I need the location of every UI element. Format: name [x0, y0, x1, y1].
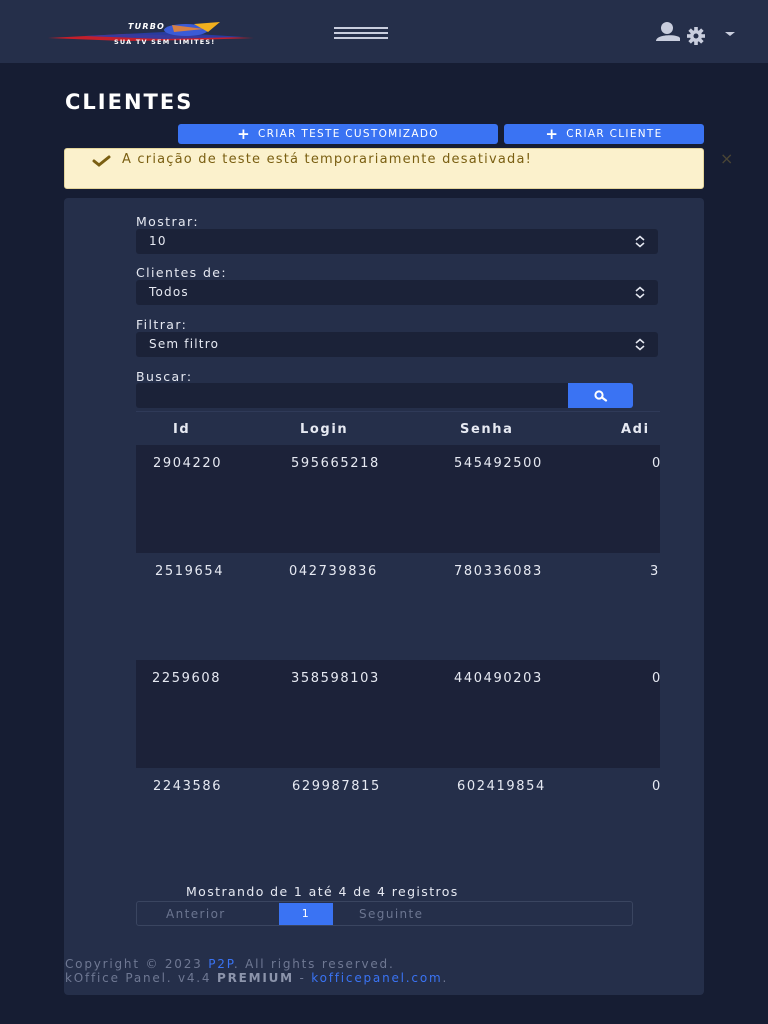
records-info: Mostrando de 1 até 4 de 4 registros — [186, 884, 459, 899]
warning-alert: A criação de teste está temporariamente … — [64, 148, 733, 189]
user-gear-icon — [656, 22, 705, 45]
clients-of-label: Clientes de: — [136, 265, 228, 280]
checkmark-icon — [92, 155, 111, 167]
sort-arrows-icon — [635, 286, 645, 299]
plus-icon: + — [237, 124, 252, 143]
cell-extra: 0 — [652, 456, 660, 471]
page-title: CLIENTES — [65, 90, 194, 114]
table-row[interactable]: 2519654 042739836 780336083 3 — [136, 553, 660, 661]
site-link[interactable]: kofficepanel.com — [311, 971, 442, 985]
cell-id: 2904220 — [153, 456, 223, 471]
search-icon — [593, 389, 607, 402]
cell-senha: 545492500 — [454, 456, 543, 471]
alert-message: A criação de teste está temporariamente … — [122, 152, 533, 167]
cell-id: 2519654 — [155, 564, 225, 579]
show-label: Mostrar: — [136, 214, 199, 229]
column-header-id[interactable]: Id — [173, 422, 190, 437]
chevron-down-icon — [725, 32, 735, 36]
search-label: Buscar: — [136, 369, 193, 384]
filter-select[interactable]: Sem filtro — [136, 332, 658, 357]
footer-separator: - — [293, 971, 312, 985]
column-header-senha[interactable]: Senha — [460, 422, 513, 437]
table-row[interactable]: 2243586 629987815 602419854 0 — [136, 768, 660, 876]
show-select-value: 10 — [149, 234, 167, 248]
edition-label: PREMIUM — [216, 971, 294, 985]
page-1-button[interactable]: 1 — [279, 903, 333, 925]
next-page-button[interactable]: Seguinte — [359, 907, 423, 921]
search-input[interactable] — [136, 383, 568, 408]
column-header-adi[interactable]: Adi — [621, 422, 650, 437]
cell-login: 629987815 — [292, 779, 381, 794]
top-navbar: TURBO SUA TV SEM LIMITES! — [0, 0, 768, 63]
logo-subtext: SUA TV SEM LIMITES! — [114, 38, 215, 46]
cell-extra: 3 — [650, 564, 660, 579]
copyright-prefix: Copyright © 2023 — [65, 957, 209, 971]
cell-login: 042739836 — [289, 564, 378, 579]
previous-page-button[interactable]: Anterior — [166, 907, 226, 921]
create-client-button[interactable]: + CRIAR CLIENTE — [504, 124, 704, 144]
filter-select-value: Sem filtro — [149, 337, 220, 351]
create-client-label: CRIAR CLIENTE — [566, 128, 663, 140]
cell-login: 595665218 — [291, 456, 380, 471]
filter-label: Filtrar: — [136, 317, 188, 332]
plus-icon: + — [545, 124, 560, 143]
logo-text: TURBO — [128, 22, 165, 31]
hamburger-menu-icon[interactable] — [334, 27, 388, 41]
version-prefix: kOffice Panel. v4.4 — [65, 971, 217, 985]
cell-extra: 0 — [652, 779, 660, 794]
footer-period: . — [442, 971, 449, 985]
brand-logo[interactable]: TURBO SUA TV SEM LIMITES! — [44, 20, 258, 46]
cell-senha: 780336083 — [454, 564, 543, 579]
sort-arrows-icon — [635, 338, 645, 351]
brand-link[interactable]: P2P — [208, 957, 234, 971]
copyright-suffix: . All rights reserved. — [233, 957, 395, 971]
show-select[interactable]: 10 — [136, 229, 658, 254]
cell-login: 358598103 — [291, 671, 380, 686]
column-header-login[interactable]: Login — [300, 422, 348, 437]
clients-card: Mostrar: 10 Clientes de: Todos Filtrar: … — [64, 198, 704, 995]
cell-id: 2243586 — [153, 779, 223, 794]
close-icon[interactable]: × — [720, 151, 735, 167]
table-row[interactable]: 2904220 595665218 545492500 0 — [136, 445, 660, 553]
clients-of-select[interactable]: Todos — [136, 280, 658, 305]
footer-copyright: Copyright © 2023 P2P. All rights reserve… — [65, 957, 448, 985]
cell-senha: 602419854 — [457, 779, 546, 794]
table-row[interactable]: 2259608 358598103 440490203 0 — [136, 660, 660, 768]
user-menu-button[interactable] — [654, 20, 740, 46]
search-button[interactable] — [568, 383, 633, 408]
pagination: Anterior 1 Seguinte — [136, 901, 633, 926]
clients-of-select-value: Todos — [149, 285, 189, 299]
cell-senha: 440490203 — [454, 671, 543, 686]
cell-extra: 0 — [652, 671, 660, 686]
cell-id: 2259608 — [152, 671, 222, 686]
sort-arrows-icon — [635, 235, 645, 248]
table-header: Id Login Senha Adi — [136, 411, 660, 445]
create-custom-test-label: CRIAR TESTE CUSTOMIZADO — [258, 128, 439, 140]
create-custom-test-button[interactable]: + CRIAR TESTE CUSTOMIZADO — [178, 124, 498, 144]
